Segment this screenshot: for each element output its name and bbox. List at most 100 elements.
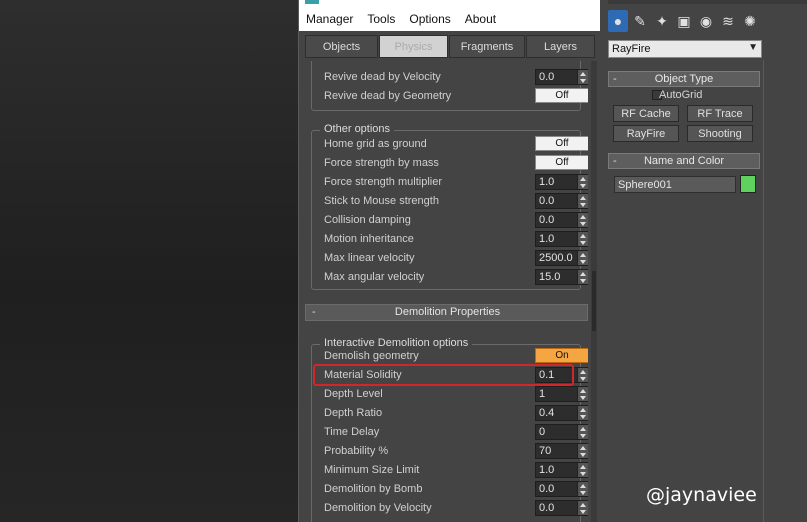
collision-damping-value: 0.0 — [539, 214, 555, 226]
revive-geometry-row: Revive dead by Geometry Off — [324, 88, 588, 106]
name-color-rollout-header[interactable]: - Name and Color — [608, 153, 760, 169]
shooting-button[interactable]: Shooting — [687, 125, 753, 142]
menubar: Manager Tools Options About — [299, 6, 601, 31]
name-color-title: Name and Color — [643, 155, 725, 167]
max-linear-velocity-spinner[interactable]: 2500.0 — [535, 250, 588, 266]
revive-velocity-label: Revive dead by Velocity — [324, 71, 441, 83]
watermark: @jaynaviee — [646, 484, 757, 506]
lights-icon[interactable]: ✦ — [652, 10, 672, 32]
shapes-icon[interactable]: ✎ — [630, 10, 650, 32]
spinner-arrows-icon[interactable] — [577, 251, 588, 265]
probability-label: Probability % — [324, 445, 389, 457]
depth-level-label: Depth Level — [324, 388, 383, 400]
max-linear-velocity-value: 2500.0 — [539, 252, 573, 264]
force-strength-by-mass-row: Force strength by mass Off — [324, 155, 588, 173]
time-delay-row: Time Delay 0 — [324, 424, 588, 442]
home-grid-as-ground-toggle[interactable]: Off — [535, 136, 588, 151]
depth-ratio-value: 0.4 — [539, 407, 555, 419]
probability-row: Probability % 70 — [324, 443, 588, 461]
demolition-by-bomb-label: Demolition by Bomb — [324, 483, 423, 495]
time-delay-spinner[interactable]: 0 — [535, 424, 588, 440]
time-delay-label: Time Delay — [324, 426, 380, 438]
demolition-rollout-title: Demolition Properties — [394, 306, 501, 318]
spinner-arrows-icon[interactable] — [577, 444, 588, 458]
menu-options[interactable]: Options — [402, 12, 457, 26]
spinner-arrows-icon[interactable] — [577, 368, 588, 382]
motion-inheritance-value: 1.0 — [539, 233, 555, 245]
force-strength-by-mass-label: Force strength by mass — [324, 157, 439, 169]
time-delay-value: 0 — [539, 426, 546, 438]
spacewarps-icon[interactable]: ≋ — [718, 10, 738, 32]
demolition-by-bomb-spinner[interactable]: 0.0 — [535, 481, 588, 497]
autogrid-label: AutoGrid — [659, 89, 703, 101]
home-grid-as-ground-label: Home grid as ground — [324, 138, 427, 150]
category-dropdown[interactable]: RayFire ▼ — [608, 40, 762, 58]
collision-damping-row: Collision damping 0.0 — [324, 212, 588, 230]
scrollbar[interactable] — [591, 61, 597, 522]
revive-geometry-toggle[interactable]: Off — [535, 88, 588, 103]
sphere-icon[interactable]: ● — [608, 10, 628, 32]
spinner-arrows-icon[interactable] — [577, 463, 588, 477]
home-grid-as-ground-row: Home grid as ground Off — [324, 136, 588, 154]
object-name-value: Sphere001 — [618, 179, 672, 191]
rf-cache-button[interactable]: RF Cache — [613, 105, 679, 122]
demolition-by-bomb-value: 0.0 — [539, 483, 555, 495]
depth-ratio-spinner[interactable]: 0.4 — [535, 405, 588, 421]
demolition-rollout-header[interactable]: - Demolition Properties — [305, 304, 588, 321]
spinner-arrows-icon[interactable] — [577, 175, 588, 189]
object-type-rollout-header[interactable]: - Object Type — [608, 71, 760, 87]
object-color-swatch[interactable] — [740, 175, 756, 193]
create-category-icons: ● ✎ ✦ ▣ ◉ ≋ ✺ — [608, 10, 760, 36]
stick-to-mouse-strength-spinner[interactable]: 0.0 — [535, 193, 588, 209]
menu-manager[interactable]: Manager — [299, 12, 360, 26]
menu-about[interactable]: About — [458, 12, 503, 26]
depth-ratio-label: Depth Ratio — [324, 407, 383, 419]
minimum-size-limit-row: Minimum Size Limit 1.0 — [324, 462, 588, 480]
spinner-arrows-icon[interactable] — [577, 70, 588, 84]
revive-velocity-spinner[interactable]: 0.0 — [535, 69, 588, 85]
rayfire-button[interactable]: RayFire — [613, 125, 679, 142]
depth-level-value: 1 — [539, 388, 546, 400]
spinner-arrows-icon[interactable] — [577, 406, 588, 420]
scrollbar-thumb[interactable] — [592, 271, 596, 331]
spinner-arrows-icon[interactable] — [577, 270, 588, 284]
minimum-size-limit-spinner[interactable]: 1.0 — [535, 462, 588, 478]
object-type-title: Object Type — [654, 73, 714, 85]
helpers-icon[interactable]: ◉ — [696, 10, 716, 32]
depth-level-spinner[interactable]: 1 — [535, 386, 588, 402]
max-angular-velocity-spinner[interactable]: 15.0 — [535, 269, 588, 285]
revive-velocity-row: Revive dead by Velocity 0.0 — [324, 69, 588, 87]
tab-objects[interactable]: Objects — [305, 35, 378, 58]
motion-inheritance-spinner[interactable]: 1.0 — [535, 231, 588, 247]
probability-spinner[interactable]: 70 — [535, 443, 588, 459]
demolition-by-velocity-label: Demolition by Velocity — [324, 502, 432, 514]
object-name-input[interactable]: Sphere001 — [614, 176, 736, 193]
systems-icon[interactable]: ✺ — [740, 10, 760, 32]
spinner-arrows-icon[interactable] — [577, 501, 588, 515]
cameras-icon[interactable]: ▣ — [674, 10, 694, 32]
demolition-by-velocity-value: 0.0 — [539, 502, 555, 514]
demolish-geometry-toggle[interactable]: On — [535, 348, 588, 363]
tab-layers[interactable]: Layers — [526, 35, 595, 58]
max-angular-velocity-value: 15.0 — [539, 271, 561, 283]
category-dropdown-value: RayFire — [612, 43, 651, 55]
command-panel-divider — [763, 60, 764, 522]
tab-fragments[interactable]: Fragments — [449, 35, 525, 58]
rayfire-window: Manager Tools Options About Objects Phys… — [298, 0, 601, 522]
spinner-arrows-icon[interactable] — [577, 213, 588, 227]
menu-tools[interactable]: Tools — [360, 12, 402, 26]
probability-value: 70 — [539, 445, 552, 457]
spinner-arrows-icon[interactable] — [577, 482, 588, 496]
force-strength-multiplier-label: Force strength multiplier — [324, 176, 442, 188]
demolish-geometry-label: Demolish geometry — [324, 350, 419, 362]
spinner-arrows-icon[interactable] — [577, 194, 588, 208]
collision-damping-spinner[interactable]: 0.0 — [535, 212, 588, 228]
spinner-arrows-icon[interactable] — [577, 232, 588, 246]
demolition-by-velocity-spinner[interactable]: 0.0 — [535, 500, 588, 516]
tab-physics[interactable]: Physics — [379, 35, 448, 58]
spinner-arrows-icon[interactable] — [577, 425, 588, 439]
spinner-arrows-icon[interactable] — [577, 387, 588, 401]
force-strength-by-mass-toggle[interactable]: Off — [535, 155, 588, 170]
force-strength-multiplier-spinner[interactable]: 1.0 — [535, 174, 588, 190]
rf-trace-button[interactable]: RF Trace — [687, 105, 753, 122]
